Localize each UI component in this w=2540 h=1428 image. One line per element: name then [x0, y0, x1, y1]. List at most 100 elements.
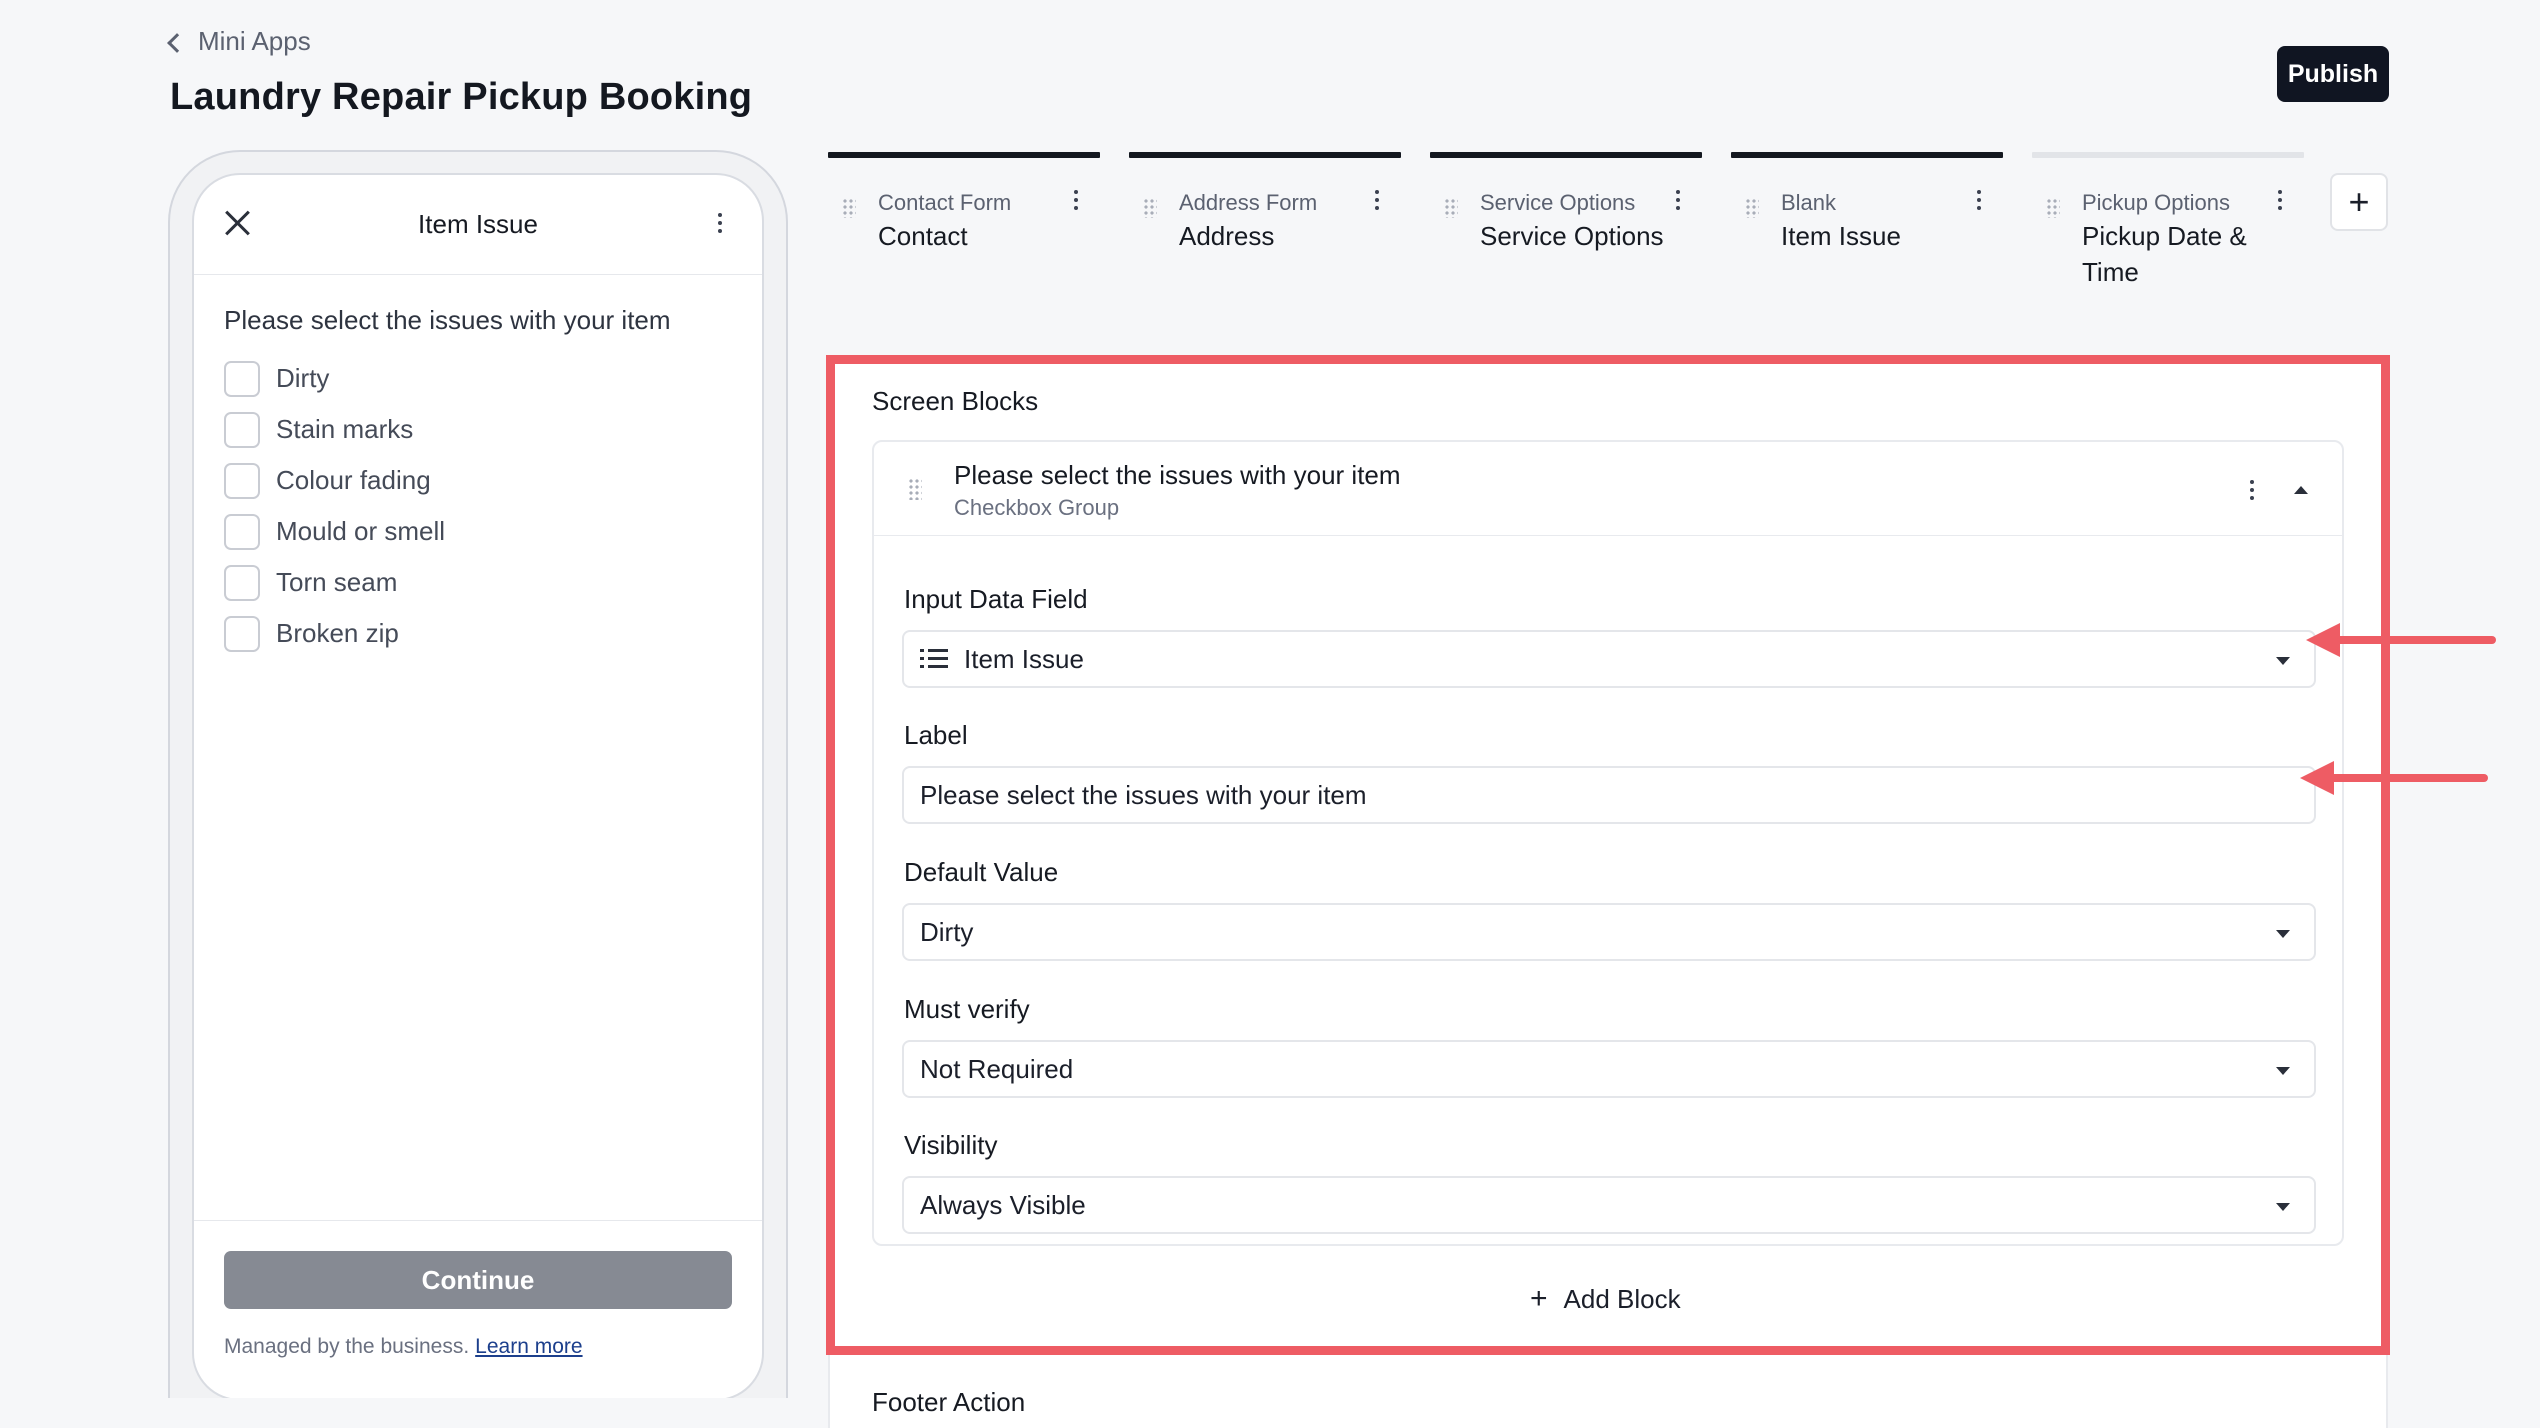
step-tab-service-options[interactable]: Service Options Service Options: [1430, 152, 1702, 251]
step-name: Item Issue: [1781, 221, 1901, 251]
more-vertical-icon[interactable]: [2278, 190, 2282, 210]
list-icon: [920, 648, 948, 670]
step-type: Pickup Options: [2082, 190, 2230, 215]
step-name: Address: [1179, 221, 1275, 251]
checkbox-label: Dirty: [276, 363, 330, 393]
more-vertical-icon[interactable]: [718, 213, 722, 233]
checkbox-option-dirty[interactable]: Dirty: [224, 353, 445, 404]
plus-icon: +: [1530, 1282, 1548, 1315]
input-data-field-select[interactable]: Item Issue: [902, 630, 2316, 688]
checkbox-option-broken-zip[interactable]: Broken zip: [224, 608, 445, 659]
checkbox-option-torn-seam[interactable]: Torn seam: [224, 557, 445, 608]
chevron-left-icon: [167, 32, 187, 53]
must-verify-value: Not Required: [920, 1053, 1074, 1084]
phone-crop: [168, 1398, 788, 1428]
default-value-select[interactable]: Dirty: [902, 903, 2316, 961]
chevron-down-icon: [2276, 1203, 2290, 1211]
visibility-select[interactable]: Always Visible: [902, 1176, 2316, 1234]
block-header[interactable]: Please select the issues with your item …: [874, 442, 2342, 536]
drag-handle-icon[interactable]: [1745, 198, 1759, 218]
checkbox-label: Stain marks: [276, 414, 414, 444]
checkbox-option-stain-marks[interactable]: Stain marks: [224, 404, 445, 455]
step-progress-bar: [828, 152, 1100, 158]
more-vertical-icon[interactable]: [1676, 190, 1680, 210]
checkbox-option-colour-fading[interactable]: Colour fading: [224, 455, 445, 506]
step-type: Contact Form: [878, 190, 1012, 215]
checkbox-option-mould-or-smell[interactable]: Mould or smell: [224, 506, 445, 557]
step-progress-bar: [1129, 152, 1401, 158]
checkbox[interactable]: [224, 462, 260, 499]
chevron-down-icon: [2276, 657, 2290, 665]
phone-screen: Item Issue Please select the issues with…: [192, 173, 764, 1401]
learn-more-link[interactable]: Learn more: [475, 1335, 582, 1358]
more-vertical-icon[interactable]: [2250, 480, 2254, 500]
checkbox-label: Colour fading: [276, 465, 431, 495]
must-verify-label: Must verify: [904, 994, 1030, 1024]
phone-header: Item Issue: [194, 175, 762, 275]
drag-handle-icon[interactable]: [842, 198, 856, 218]
add-step-button[interactable]: +: [2330, 173, 2388, 231]
step-name: Contact: [878, 221, 968, 251]
step-progress-bar: [1430, 152, 1702, 158]
drag-handle-icon[interactable]: [1143, 198, 1157, 218]
checkbox[interactable]: [224, 411, 260, 448]
step-tab-item-issue[interactable]: Blank Item Issue: [1731, 152, 2003, 251]
drag-handle-icon[interactable]: [1444, 198, 1458, 218]
checkbox-label: Torn seam: [276, 567, 398, 597]
block-type: Checkbox Group: [954, 495, 1120, 520]
publish-button[interactable]: Publish: [2277, 46, 2389, 102]
annotation-arrow-input-data-field: [2306, 623, 2496, 657]
phone-screen-title: Item Issue: [418, 209, 538, 239]
phone-footer-divider: [194, 1220, 762, 1221]
step-tab-pickup-options[interactable]: Pickup Options Pickup Date & Time: [2032, 152, 2304, 287]
step-progress-bar: [2032, 152, 2304, 158]
continue-button[interactable]: Continue: [224, 1251, 732, 1309]
block-card-checkbox-group: Please select the issues with your item …: [872, 440, 2344, 1246]
step-name: Pickup Date & Time: [2082, 221, 2247, 287]
visibility-label: Visibility: [904, 1130, 998, 1160]
label-input[interactable]: Please select the issues with your item: [902, 766, 2316, 824]
label-field-label: Label: [904, 720, 968, 750]
chevron-down-icon: [2276, 1067, 2290, 1075]
block-title: Please select the issues with your item: [954, 460, 1401, 490]
annotation-arrow-label: [2300, 761, 2488, 795]
footer-action-title: Footer Action: [872, 1387, 1026, 1417]
back-link-label: Mini Apps: [198, 26, 311, 56]
footer-action-card: [828, 1355, 2388, 1428]
more-vertical-icon[interactable]: [1977, 190, 1981, 210]
checkbox-label: Broken zip: [276, 618, 399, 648]
step-progress-bar: [1731, 152, 2003, 158]
managed-text: Managed by the business.: [224, 1335, 470, 1358]
drag-handle-icon[interactable]: [908, 478, 922, 500]
more-vertical-icon[interactable]: [1375, 190, 1379, 210]
add-block-button[interactable]: + Add Block: [1530, 1282, 1681, 1316]
checkbox[interactable]: [224, 513, 260, 550]
checkbox-group-question: Please select the issues with your item: [224, 305, 671, 335]
add-block-label: Add Block: [1563, 1283, 1681, 1314]
must-verify-select[interactable]: Not Required: [902, 1040, 2316, 1098]
managed-by-notice: Managed by the business. Learn more: [224, 1335, 583, 1359]
default-value-label: Default Value: [904, 857, 1059, 887]
checkbox-list: Dirty Stain marks Colour fading Mould or…: [224, 353, 445, 659]
checkbox-label: Mould or smell: [276, 516, 446, 546]
checkbox[interactable]: [224, 564, 260, 601]
visibility-value: Always Visible: [920, 1189, 1086, 1220]
back-link-mini-apps[interactable]: Mini Apps: [167, 26, 311, 57]
step-tab-address[interactable]: Address Form Address: [1129, 152, 1401, 251]
more-vertical-icon[interactable]: [1074, 190, 1078, 210]
collapse-caret-icon[interactable]: [2294, 486, 2308, 494]
checkbox[interactable]: [224, 615, 260, 652]
page-title: Laundry Repair Pickup Booking: [170, 76, 753, 118]
chevron-down-icon: [2276, 930, 2290, 938]
step-name: Service Options: [1480, 221, 1664, 251]
step-type: Blank: [1781, 190, 1837, 215]
input-data-field-label: Input Data Field: [904, 584, 1088, 614]
step-type: Address Form: [1179, 190, 1318, 215]
checkbox[interactable]: [224, 360, 260, 397]
drag-handle-icon[interactable]: [2046, 198, 2060, 218]
screen-blocks-title: Screen Blocks: [872, 386, 1039, 416]
default-value-value: Dirty: [920, 916, 974, 947]
step-type: Service Options: [1480, 190, 1636, 215]
input-data-field-value: Item Issue: [964, 643, 1084, 674]
step-tab-contact[interactable]: Contact Form Contact: [828, 152, 1100, 251]
